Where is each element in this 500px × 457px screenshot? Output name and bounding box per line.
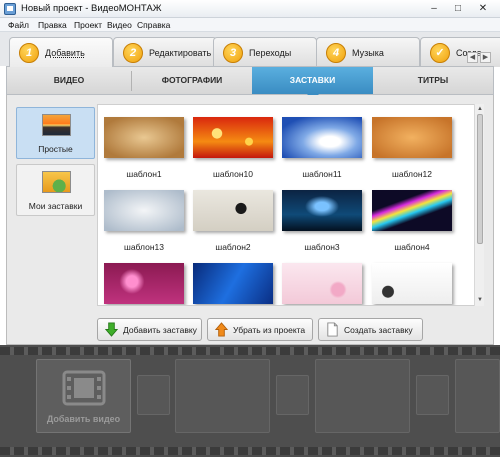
- template-thumbnail: [372, 190, 452, 231]
- step-number-badge: 3: [223, 43, 243, 63]
- maximize-button[interactable]: □: [449, 2, 467, 16]
- menu-project[interactable]: Проект: [74, 20, 102, 30]
- step-number-badge: 4: [326, 43, 346, 63]
- scroll-up-arrow-icon[interactable]: ▲: [476, 105, 484, 113]
- category-my-intros[interactable]: Мои заставки: [16, 164, 95, 216]
- film-perforation-strip: [0, 347, 500, 355]
- template-thumbnail: [282, 190, 362, 231]
- main-tab-strip: 1 Добавить 2 Редактировать 3 Переходы 4 …: [0, 32, 500, 67]
- film-strip-icon: [62, 370, 106, 406]
- template-label: шаблон4: [394, 242, 430, 252]
- template-scrollbar[interactable]: ▲ ▼: [474, 104, 484, 306]
- template-thumbnail: [193, 117, 273, 158]
- subtab-video[interactable]: ВИДЕО: [7, 67, 131, 94]
- template-label: шаблон3: [304, 242, 340, 252]
- clip-slot[interactable]: [315, 359, 410, 433]
- template-item[interactable]: шаблон3: [282, 190, 362, 268]
- tab-add[interactable]: 1 Добавить: [9, 37, 113, 67]
- clip-slot[interactable]: [175, 359, 270, 433]
- template-thumbnail: [193, 190, 273, 231]
- tab-label: Редактировать: [149, 48, 212, 58]
- template-thumbnail: [372, 263, 452, 304]
- template-label: шаблон12: [392, 169, 432, 179]
- template-thumbnail: [282, 263, 362, 304]
- subtab-titles[interactable]: ТИТРЫ: [373, 67, 493, 94]
- category-simple[interactable]: Простые: [16, 107, 95, 159]
- app-icon: [4, 3, 16, 15]
- step-number-badge: 2: [123, 43, 143, 63]
- template-label: шаблон11: [302, 169, 342, 179]
- remove-from-project-button[interactable]: Убрать из проекта: [207, 318, 313, 341]
- tab-transitions[interactable]: 3 Переходы: [213, 37, 317, 67]
- check-icon: ✓: [430, 43, 450, 63]
- template-item[interactable]: шаблон13: [104, 190, 184, 268]
- template-item[interactable]: шаблон10: [193, 117, 273, 195]
- category-label: Простые: [38, 144, 73, 154]
- clip-slot[interactable]: [455, 359, 500, 433]
- transition-slot[interactable]: [416, 375, 449, 415]
- scrollbar-thumb[interactable]: [477, 114, 483, 244]
- template-label: шаблон10: [213, 169, 253, 179]
- user-photo-thumbnail-icon: [42, 171, 71, 193]
- transition-slot[interactable]: [137, 375, 170, 415]
- template-item[interactable]: шаблон11: [282, 117, 362, 195]
- template-item[interactable]: [372, 263, 452, 305]
- tab-scroll-right-button[interactable]: ▶: [480, 52, 491, 63]
- template-thumbnail: [193, 263, 273, 304]
- button-label: Создать заставку: [344, 325, 413, 335]
- template-item[interactable]: шаблон1: [104, 117, 184, 195]
- subtab-intros[interactable]: ЗАСТАВКИ: [252, 67, 373, 100]
- window-title: Новый проект - ВидеоМОНТАЖ: [21, 3, 162, 14]
- menu-bar: Файл Правка Проект Видео Справка: [0, 18, 500, 32]
- subtab-photos[interactable]: ФОТОГРАФИИ: [132, 67, 252, 94]
- sunset-thumbnail-icon: [42, 114, 71, 136]
- tab-label: Музыка: [352, 48, 384, 58]
- add-video-slot[interactable]: Добавить видео: [36, 359, 131, 433]
- template-grid: шаблон1 шаблон10 шаблон11 шаблон12 шабло…: [97, 104, 484, 306]
- green-down-arrow-icon: [104, 322, 119, 337]
- menu-help[interactable]: Справка: [137, 20, 170, 30]
- template-item[interactable]: [193, 263, 273, 305]
- add-intro-button[interactable]: Добавить заставку: [97, 318, 202, 341]
- tab-label: Добавить: [45, 48, 85, 58]
- new-document-icon: [327, 322, 338, 337]
- create-intro-button[interactable]: Создать заставку: [318, 318, 423, 341]
- template-thumbnail: [372, 117, 452, 158]
- film-perforation-strip: [0, 447, 500, 455]
- step-number-badge: 1: [19, 43, 39, 63]
- title-bar: Новый проект - ВидеоМОНТАЖ – □ ✕: [0, 0, 500, 18]
- template-thumbnail: [104, 117, 184, 158]
- category-label: Мои заставки: [28, 201, 83, 211]
- menu-file[interactable]: Файл: [8, 20, 29, 30]
- orange-up-arrow-icon: [214, 322, 229, 337]
- template-label: шаблон2: [215, 242, 251, 252]
- media-type-tabs: ВИДЕО ФОТОГРАФИИ ЗАСТАВКИ ТИТРЫ: [6, 66, 494, 100]
- tab-edit[interactable]: 2 Редактировать: [113, 37, 217, 67]
- storyboard-timeline: Добавить видео: [0, 345, 500, 457]
- close-button[interactable]: ✕: [472, 2, 494, 16]
- template-item[interactable]: шаблон12: [372, 117, 452, 195]
- template-thumbnail: [104, 190, 184, 231]
- tab-label: Переходы: [249, 48, 292, 58]
- add-video-label: Добавить видео: [46, 414, 121, 424]
- template-item[interactable]: шаблон4: [372, 190, 452, 268]
- menu-edit[interactable]: Правка: [38, 20, 67, 30]
- template-thumbnail: [282, 117, 362, 158]
- template-label: шаблон13: [124, 242, 164, 252]
- scroll-down-arrow-icon[interactable]: ▼: [476, 296, 484, 304]
- menu-video[interactable]: Видео: [107, 20, 132, 30]
- button-label: Убрать из проекта: [233, 325, 306, 335]
- template-thumbnail: [104, 263, 184, 304]
- transition-slot[interactable]: [276, 375, 309, 415]
- template-item[interactable]: [282, 263, 362, 305]
- minimize-button[interactable]: –: [425, 2, 443, 16]
- template-item[interactable]: [104, 263, 184, 305]
- tab-scroll-left-button[interactable]: ◀: [467, 52, 478, 63]
- template-label: шаблон1: [126, 169, 162, 179]
- button-label: Добавить заставку: [123, 325, 197, 335]
- tab-music[interactable]: 4 Музыка: [316, 37, 420, 67]
- template-item[interactable]: шаблон2: [193, 190, 273, 268]
